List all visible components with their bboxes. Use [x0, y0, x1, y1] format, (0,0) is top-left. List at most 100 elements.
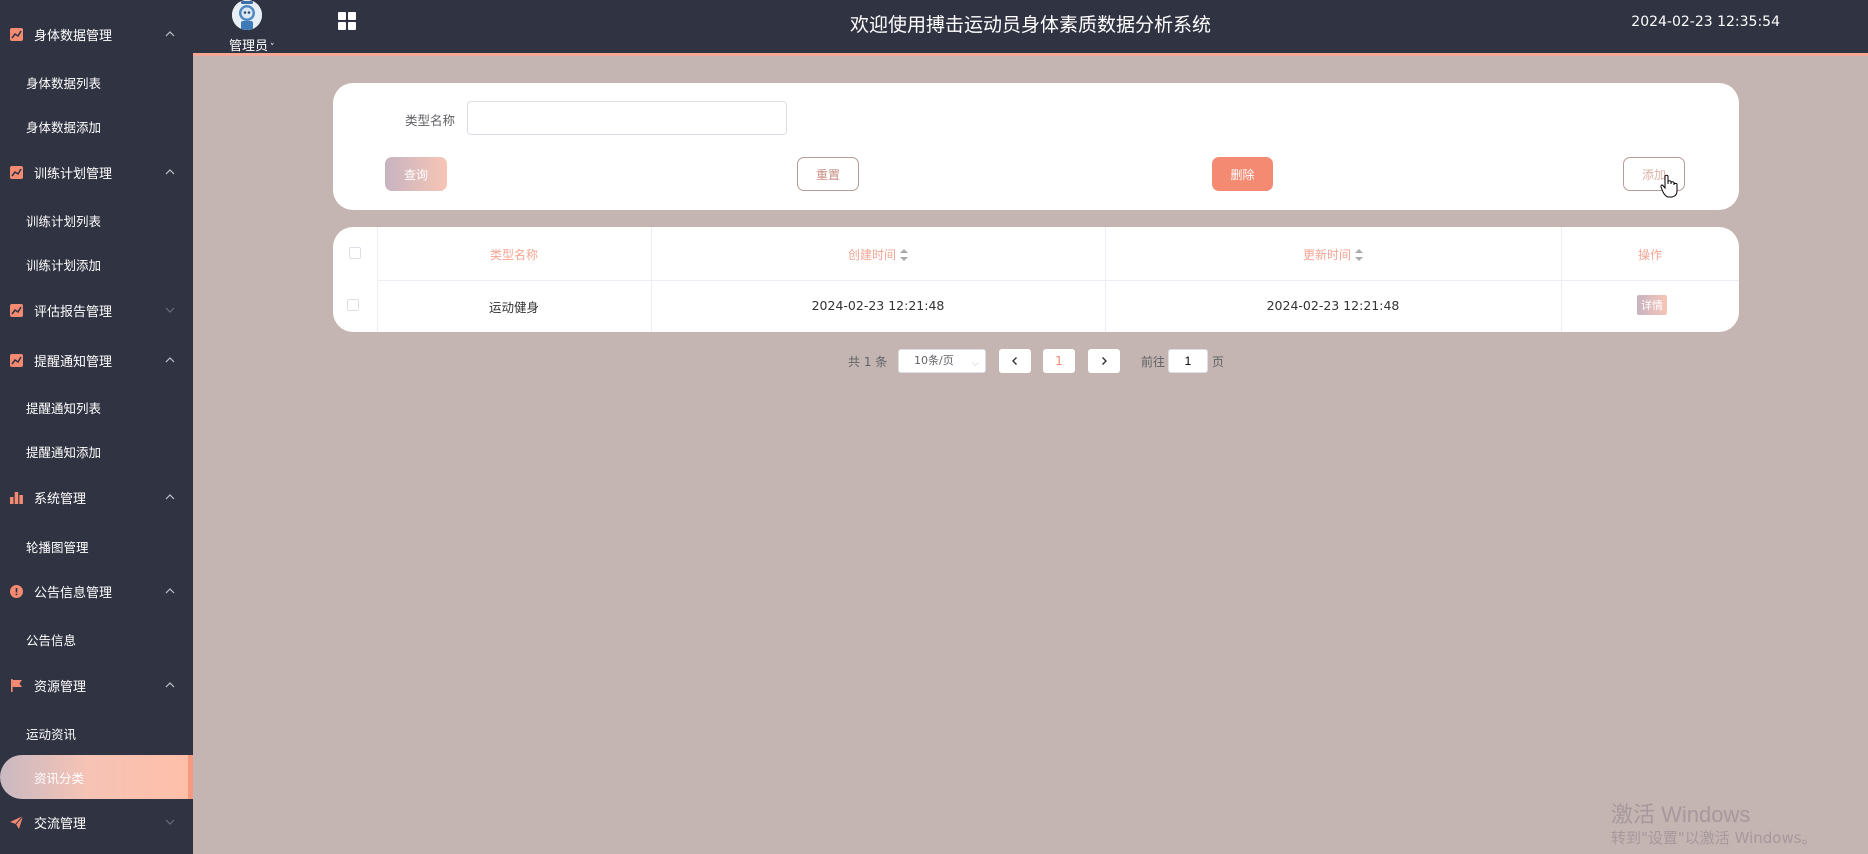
query-button[interactable]: 查询: [385, 157, 447, 191]
cell-updated: 2024-02-23 12:21:48: [1266, 298, 1400, 313]
sidebar-item-label: 提醒通知列表: [26, 400, 102, 416]
sidebar-item-label: 提醒通知添加: [26, 444, 102, 460]
column-header-label: 类型名称: [489, 248, 538, 262]
sidebar-item-notification-add[interactable]: 提醒通知添加: [0, 431, 193, 471]
grid-menu-icon[interactable]: [338, 12, 358, 32]
add-button[interactable]: 添加: [1623, 157, 1685, 191]
column-header-label: 创建时间: [847, 248, 896, 262]
column-header-created[interactable]: 创建时间: [651, 246, 1105, 263]
menu-group-body-data[interactable]: 身体数据管理: [0, 17, 193, 51]
avatar: [232, 0, 262, 30]
select-all-checkbox[interactable]: [349, 247, 361, 259]
column-header-label: 操作: [1637, 248, 1662, 262]
chevron-up-icon: [165, 31, 175, 37]
chevron-up-icon: [165, 682, 175, 688]
sidebar-item-label: 训练计划列表: [26, 213, 102, 229]
admin-name: 管理员: [229, 39, 269, 54]
chevron-up-icon: [165, 494, 175, 500]
chart-icon: [10, 353, 23, 367]
menu-group-training-plan[interactable]: 训练计划管理: [0, 155, 193, 189]
menu-group-label: 资源管理: [34, 679, 87, 695]
chart-icon: [10, 165, 23, 179]
total-count: 共 1 条: [848, 355, 888, 369]
menu-group-label: 训练计划管理: [34, 166, 113, 182]
menu-group-report[interactable]: 评估报告管理: [0, 293, 193, 327]
menu-group-label: 公告信息管理: [34, 585, 113, 601]
page-title: 欢迎使用搏击运动员身体素质数据分析系统: [849, 14, 1211, 36]
chevron-left-icon: [1012, 357, 1017, 365]
sidebar-item-label: 身体数据添加: [26, 119, 102, 135]
menu-group-label: 身体数据管理: [34, 28, 113, 44]
page-number-label: 1: [1055, 354, 1063, 368]
row-divider: [377, 280, 1739, 281]
chevron-down-icon: ⌵: [971, 358, 979, 369]
column-header-actions: 操作: [1561, 246, 1739, 263]
menu-group-label: 提醒通知管理: [34, 354, 113, 370]
page-suffix: 页: [1212, 355, 1225, 369]
sidebar-item-sports-news[interactable]: 运动资讯: [0, 713, 193, 753]
sidebar-item-notification-list[interactable]: 提醒通知列表: [0, 387, 193, 427]
column-header-name: 类型名称: [377, 246, 651, 263]
search-panel: 类型名称 查询 重置 删除 添加: [333, 83, 1739, 210]
chevron-right-icon: [1102, 357, 1107, 365]
sort-icon[interactable]: [1355, 248, 1363, 261]
chevron-down-icon: [165, 819, 175, 825]
flag-icon: [10, 678, 23, 692]
sidebar-item-announcement[interactable]: 公告信息: [0, 619, 193, 659]
menu-group-label: 交流管理: [34, 816, 87, 832]
reset-button[interactable]: 重置: [797, 157, 859, 191]
sidebar-item-label: 身体数据列表: [26, 75, 102, 91]
menu-group-notification[interactable]: 提醒通知管理: [0, 343, 193, 377]
sidebar-item-label: 运动资讯: [26, 726, 77, 742]
cell-name: 运动健身: [488, 300, 539, 315]
chart-icon: [10, 27, 23, 41]
menu-group-system[interactable]: 系统管理: [0, 480, 193, 514]
activation-watermark-title: 激活 Windows: [1611, 802, 1751, 827]
chart-icon: [10, 303, 23, 317]
next-page-button[interactable]: [1088, 349, 1120, 373]
detail-button[interactable]: 详情: [1637, 295, 1667, 315]
page-number[interactable]: 1: [1043, 349, 1075, 373]
sidebar-item-training-list[interactable]: 训练计划列表: [0, 200, 193, 240]
top-header: 管理员 ˅ 欢迎使用搏击运动员身体素质数据分析系统 2024-02-23 12:3…: [193, 0, 1868, 56]
goto-page-input[interactable]: [1168, 349, 1208, 373]
sidebar-item-label: 轮播图管理: [26, 539, 89, 555]
sidebar-item-carousel[interactable]: 轮播图管理: [0, 526, 193, 566]
sidebar-item-label: 训练计划添加: [26, 257, 102, 273]
user-menu[interactable]: 管理员 ˅: [209, 0, 275, 54]
menu-group-label: 系统管理: [34, 491, 87, 507]
column-header-updated[interactable]: 更新时间: [1105, 246, 1561, 263]
delete-button[interactable]: 删除: [1212, 157, 1273, 191]
prev-page-button[interactable]: [999, 349, 1031, 373]
sidebar: 身体数据管理 身体数据列表 身体数据添加 训练计划管理 训练计划列表 训练计划添…: [0, 0, 193, 854]
admin-label[interactable]: 管理员 ˅: [229, 35, 275, 54]
chevron-down-icon: ˅: [270, 43, 275, 53]
paper-plane-icon: [10, 815, 23, 829]
row-checkbox[interactable]: [347, 299, 359, 311]
menu-group-label: 评估报告管理: [34, 304, 113, 320]
menu-group-resource[interactable]: 资源管理: [0, 668, 193, 702]
chevron-up-icon: [165, 169, 175, 175]
page-size-select[interactable]: 10条/页 ⌵: [898, 349, 986, 373]
column-header-label: 更新时间: [1302, 248, 1351, 262]
chevron-up-icon: [165, 357, 175, 363]
chevron-up-icon: [165, 588, 175, 594]
info-icon: [10, 584, 23, 598]
sidebar-item-label: 公告信息: [26, 632, 77, 648]
activation-watermark-subtitle: 转到"设置"以激活 Windows。: [1611, 829, 1817, 847]
bar-chart-icon: [10, 491, 23, 504]
sidebar-item-label: 资讯分类: [34, 770, 85, 786]
menu-group-announcement[interactable]: 公告信息管理: [0, 574, 193, 608]
sidebar-item-training-add[interactable]: 训练计划添加: [0, 244, 193, 284]
data-table: 类型名称 创建时间 更新时间 操作 运动健身 2024-02-23 12:21:…: [333, 227, 1739, 332]
sidebar-item-body-data-add[interactable]: 身体数据添加: [0, 106, 193, 146]
search-input[interactable]: [467, 101, 787, 135]
chevron-down-icon: [165, 307, 175, 313]
sidebar-item-news-category[interactable]: 资讯分类: [0, 755, 193, 799]
search-label: 类型名称: [405, 113, 456, 128]
datetime: 2024-02-23 12:35:54: [1631, 14, 1780, 30]
cell-created: 2024-02-23 12:21:48: [811, 298, 945, 313]
sidebar-item-body-data-list[interactable]: 身体数据列表: [0, 62, 193, 102]
sort-icon[interactable]: [900, 248, 908, 261]
menu-group-communication[interactable]: 交流管理: [0, 805, 193, 839]
